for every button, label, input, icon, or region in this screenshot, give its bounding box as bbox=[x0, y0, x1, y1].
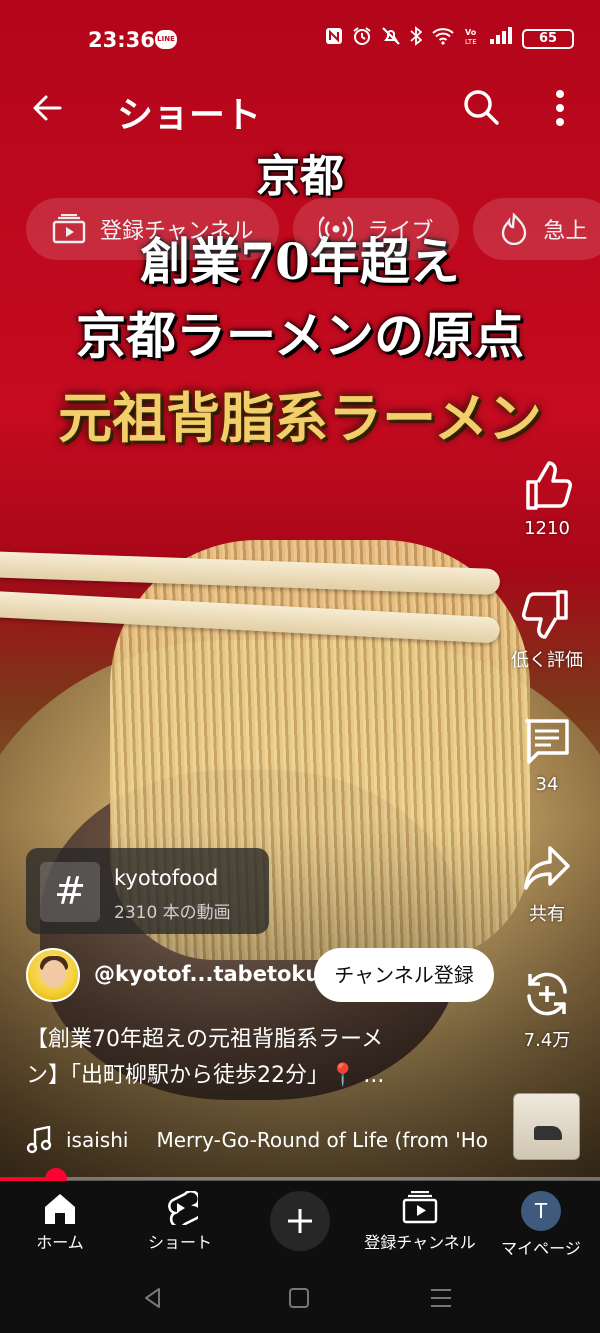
thumbs-down-icon bbox=[522, 590, 568, 639]
video-description[interactable]: 【創業70年超えの元祖背脂系ラーメ ン】「出町柳駅から徒歩22分」📍 ... bbox=[26, 1022, 486, 1094]
thumbs-up-icon bbox=[526, 461, 572, 510]
nav-label: ショート bbox=[147, 1233, 212, 1252]
music-album-thumbnail[interactable] bbox=[513, 1093, 580, 1160]
channel-avatar[interactable] bbox=[26, 948, 80, 1002]
page-title: ショート bbox=[117, 95, 262, 136]
piano-image bbox=[534, 1126, 562, 1140]
status-icons: Vo LTE 65 bbox=[325, 26, 574, 51]
subscribe-button[interactable]: チャンネル登録 bbox=[314, 948, 494, 1002]
music-title: Merry-Go-Round of Life (from 'Ho bbox=[156, 1128, 489, 1152]
music-note-icon bbox=[26, 1126, 52, 1154]
remix-icon bbox=[527, 972, 567, 1016]
nfc-icon bbox=[325, 27, 343, 50]
nav-subscriptions[interactable]: 登録チャンネル bbox=[360, 1191, 480, 1253]
chip-label: 登録チャンネル bbox=[100, 219, 254, 244]
wifi-icon bbox=[431, 27, 455, 50]
signal-icon bbox=[489, 27, 513, 50]
system-home-icon[interactable] bbox=[286, 1285, 312, 1311]
video-caption-line-2: 京都ラーメンの原点 bbox=[76, 306, 524, 365]
hashtag-icon: # bbox=[40, 862, 100, 922]
alarm-icon bbox=[352, 26, 372, 51]
chip-subscriptions[interactable]: 登録チャンネル bbox=[26, 198, 280, 260]
description-line: ン】「出町柳駅から徒歩22分」📍 ... bbox=[26, 1063, 385, 1088]
share-icon bbox=[524, 846, 570, 890]
subscriptions-icon bbox=[52, 214, 86, 244]
video-caption-line-3: 元祖背脂系ラーメン bbox=[58, 386, 542, 450]
like-button[interactable]: 1210 bbox=[506, 460, 588, 539]
line-app-icon: LINE bbox=[155, 30, 177, 49]
shorts-icon bbox=[168, 1191, 198, 1225]
status-bar: 23:36 LINE Vo LTE 65 bbox=[0, 0, 600, 80]
channel-handle[interactable]: @kyotof...tabetoku bbox=[94, 962, 320, 986]
top-app-bar: ショート bbox=[0, 80, 600, 136]
create-button[interactable] bbox=[270, 1191, 330, 1251]
chip-trending[interactable]: 急上 bbox=[473, 198, 600, 260]
feed-filter-chips: 登録チャンネル ライブ 急上 bbox=[26, 198, 600, 260]
svg-text:Vo: Vo bbox=[465, 28, 477, 37]
system-recents-icon[interactable] bbox=[428, 1285, 454, 1311]
hashtag-video-count: 2310 本の動画 bbox=[114, 903, 231, 923]
bluetooth-icon bbox=[410, 26, 423, 51]
dislike-label: 低く評価 bbox=[511, 650, 583, 671]
chip-label: 急上 bbox=[543, 219, 588, 244]
home-icon bbox=[45, 1194, 75, 1224]
music-track[interactable]: isaishi Merry-Go-Round of Life (from 'Ho bbox=[26, 1122, 496, 1158]
nav-label: マイページ bbox=[501, 1239, 581, 1258]
nav-shorts[interactable]: ショート bbox=[140, 1191, 220, 1253]
video-caption-top: 京都 bbox=[256, 151, 344, 202]
nav-home[interactable]: ホーム bbox=[30, 1191, 90, 1253]
remix-count: 7.4万 bbox=[523, 1030, 571, 1051]
profile-avatar: T bbox=[521, 1191, 561, 1231]
nav-my-page[interactable]: T マイページ bbox=[496, 1191, 586, 1259]
live-icon bbox=[319, 216, 354, 242]
back-arrow-icon[interactable] bbox=[28, 88, 68, 128]
plus-icon bbox=[288, 1209, 312, 1233]
music-artist: isaishi bbox=[66, 1128, 129, 1152]
status-time: 23:36 bbox=[88, 28, 155, 52]
hashtag-name: kyotofood bbox=[114, 866, 219, 890]
volte-icon: Vo LTE bbox=[464, 26, 480, 51]
trending-icon bbox=[502, 213, 527, 245]
dislike-button[interactable]: 低く評価 bbox=[506, 588, 588, 672]
share-label: 共有 bbox=[529, 904, 565, 925]
chip-live[interactable]: ライブ bbox=[293, 198, 460, 260]
like-count: 1210 bbox=[524, 518, 570, 539]
hashtag-pill[interactable]: # kyotofood 2310 本の動画 bbox=[26, 848, 269, 934]
comment-icon bbox=[525, 719, 569, 764]
svg-text:LTE: LTE bbox=[465, 38, 477, 46]
system-navigation-bar bbox=[0, 1265, 600, 1333]
search-icon[interactable] bbox=[460, 86, 502, 128]
chip-label: ライブ bbox=[367, 219, 434, 244]
system-back-icon[interactable] bbox=[140, 1285, 166, 1311]
share-button[interactable]: 共有 bbox=[506, 842, 588, 926]
bottom-navigation: ホーム ショート 登録チャンネル T マイページ bbox=[0, 1181, 600, 1265]
description-line: 【創業70年超えの元祖背脂系ラーメ bbox=[26, 1027, 384, 1052]
comments-button[interactable]: 34 bbox=[506, 716, 588, 795]
subscriptions-icon bbox=[402, 1191, 438, 1224]
battery-icon: 65 bbox=[522, 28, 574, 49]
nav-label: 登録チャンネル bbox=[364, 1233, 476, 1252]
more-options-icon[interactable] bbox=[540, 86, 580, 130]
remix-button[interactable]: 7.4万 bbox=[506, 968, 588, 1052]
comment-count: 34 bbox=[535, 774, 559, 795]
mute-icon bbox=[381, 26, 401, 51]
nav-label: ホーム bbox=[36, 1233, 84, 1252]
